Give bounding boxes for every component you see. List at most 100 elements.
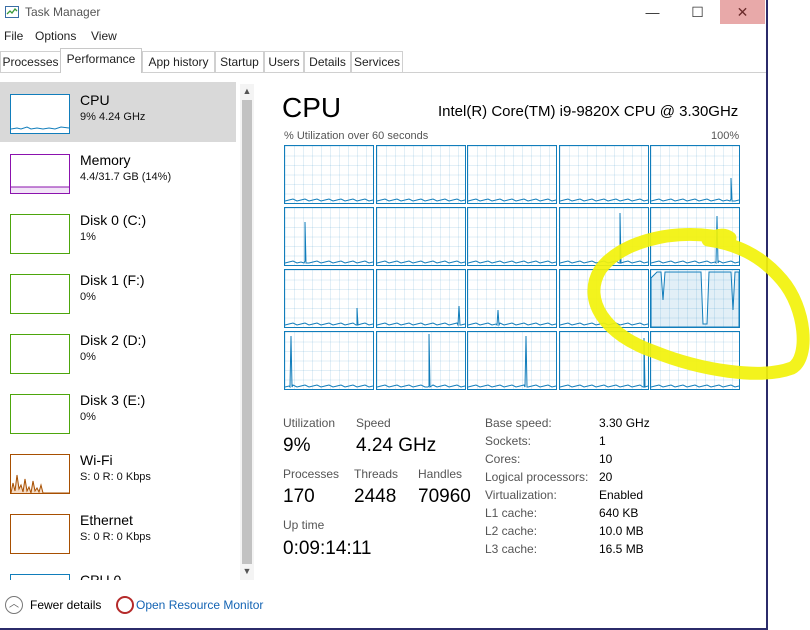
processor-graph-5	[284, 207, 374, 266]
sidebar-label: Disk 0 (C:)	[80, 212, 147, 228]
sidebar-label: CPU 0	[80, 572, 122, 580]
processor-graph-15	[284, 331, 374, 390]
spec-label: Cores:	[485, 452, 521, 466]
window-title: Task Manager	[25, 5, 101, 19]
sidebar-label: Disk 2 (D:)	[80, 332, 147, 348]
cpu-thumbnail-graph	[10, 574, 70, 580]
tab-processes[interactable]: Processes	[0, 51, 61, 72]
task-manager-icon	[5, 6, 19, 18]
sidebar-label: CPU	[80, 92, 110, 108]
resource-monitor-icon[interactable]	[116, 596, 134, 614]
sidebar-item-disk-2[interactable]: Disk 2 (D:) 0%	[0, 322, 236, 382]
sidebar-item-wifi[interactable]: Wi-Fi S: 0 R: 0 Kbps	[0, 442, 236, 502]
sidebar-item-cpu[interactable]: CPU 9% 4.24 GHz	[0, 82, 236, 142]
disk-thumbnail-graph	[10, 334, 70, 374]
sidebar-item-memory[interactable]: Memory 4.4/31.7 GB (14%)	[0, 142, 236, 202]
sidebar-sublabel: S: 0 R: 0 Kbps	[80, 531, 151, 543]
spec-label: Base speed:	[485, 416, 552, 430]
scroll-down-icon[interactable]: ▼	[241, 566, 253, 578]
sidebar-item-disk-0[interactable]: Disk 0 (C:) 1%	[0, 202, 236, 262]
utilization-trace	[285, 221, 373, 264]
processor-graph-16	[375, 331, 466, 390]
sidebar-sublabel: 0%	[80, 351, 96, 363]
utilization-trace	[376, 305, 465, 327]
menu-view[interactable]: View	[91, 29, 117, 43]
graph-caption: % Utilization over 60 seconds	[284, 130, 429, 142]
threads-label: Threads	[354, 467, 399, 481]
sidebar-item-disk-3[interactable]: Disk 3 (E:) 0%	[0, 382, 236, 442]
utilization-trace	[651, 271, 739, 327]
processor-graph-7	[467, 207, 557, 266]
utilization-trace	[468, 198, 556, 202]
tab-users[interactable]: Users	[264, 51, 304, 72]
utilization-label: Utilization	[283, 416, 336, 430]
utilization-trace	[376, 260, 465, 264]
close-button[interactable]: ✕	[720, 0, 765, 24]
disk-thumbnail-graph	[10, 394, 70, 434]
cpu-thumbnail-graph	[10, 94, 70, 134]
processor-graph-1	[375, 145, 466, 204]
uptime-value: 0:09:14:11	[283, 538, 372, 559]
menu-options[interactable]: Options	[35, 29, 76, 43]
processor-graph-12	[467, 269, 557, 328]
scroll-up-icon[interactable]: ▲	[241, 86, 253, 98]
handles-label: Handles	[418, 467, 463, 481]
open-resource-monitor-link[interactable]: Open Resource Monitor	[136, 598, 263, 612]
utilization-trace	[285, 198, 373, 202]
memory-thumbnail-graph	[10, 154, 70, 194]
processor-graph-19	[650, 331, 740, 390]
spec-value: 16.5 MB	[599, 542, 644, 556]
sidebar-sublabel: S: 0 R: 0 Kbps	[80, 471, 151, 483]
processor-graph-6	[375, 207, 466, 266]
speed-label: Speed	[356, 416, 391, 430]
menu-file[interactable]: File	[4, 29, 23, 43]
sidebar-item-cpu-0[interactable]: CPU 0	[0, 562, 236, 580]
spec-label: Virtualization:	[485, 488, 557, 502]
spec-label: Sockets:	[485, 434, 532, 448]
utilization-trace	[376, 333, 465, 388]
cpu-model-name: Intel(R) Core(TM) i9-9820X CPU @ 3.30GHz	[438, 103, 739, 120]
maximize-button[interactable]: ☐	[675, 0, 720, 24]
spec-value: 1	[599, 434, 606, 448]
sidebar-sublabel: 0%	[80, 411, 96, 423]
sidebar-item-ethernet[interactable]: Ethernet S: 0 R: 0 Kbps	[0, 502, 236, 562]
sidebar-label: Ethernet	[80, 512, 133, 528]
processor-graph-0	[284, 145, 374, 204]
sidebar-label: Disk 3 (E:)	[80, 392, 146, 408]
processes-label: Processes	[283, 467, 340, 481]
tab-startup[interactable]: Startup	[215, 51, 264, 72]
disk-thumbnail-graph	[10, 214, 70, 254]
spec-label: L3 cache:	[485, 542, 538, 556]
spec-value: 10.0 MB	[599, 524, 644, 538]
chevron-up-icon[interactable]: ︿	[5, 596, 23, 614]
sidebar-label: Wi-Fi	[80, 452, 113, 468]
sidebar-sublabel: 9% 4.24 GHz	[80, 111, 146, 123]
sidebar-scrollbar[interactable]: ▲ ▼	[240, 84, 254, 580]
logical-processor-graphs	[284, 145, 742, 390]
processor-graph-8	[558, 207, 649, 266]
tab-services[interactable]: Services	[351, 51, 403, 72]
sidebar-item-disk-1[interactable]: Disk 1 (F:) 0%	[0, 262, 236, 322]
uptime-label: Up time	[283, 518, 325, 532]
utilization-trace	[651, 384, 739, 388]
utilization-trace	[285, 335, 373, 389]
title-bar: Task Manager — ☐ ✕	[0, 0, 766, 26]
processor-graph-14	[650, 269, 740, 328]
sidebar-sublabel: 4.4/31.7 GB (14%)	[80, 171, 172, 183]
tab-performance[interactable]: Performance	[60, 48, 142, 73]
utilization-trace	[559, 198, 648, 202]
utilization-trace	[559, 337, 648, 388]
handles-value: 70960	[418, 486, 471, 507]
disk-thumbnail-graph	[10, 274, 70, 314]
minimize-button[interactable]: —	[630, 0, 675, 24]
utilization-trace	[651, 177, 739, 202]
menu-bar: File Options View	[0, 26, 766, 46]
sidebar-label: Disk 1 (F:)	[80, 272, 145, 288]
footer-bar: ︿ Fewer details Open Resource Monitor	[0, 590, 766, 620]
fewer-details-link[interactable]: Fewer details	[30, 598, 101, 612]
tab-details[interactable]: Details	[304, 51, 351, 72]
scrollbar-thumb[interactable]	[242, 100, 252, 564]
processor-graph-9	[650, 207, 740, 266]
tab-app-history[interactable]: App history	[142, 51, 215, 72]
processor-graph-4	[650, 145, 740, 204]
